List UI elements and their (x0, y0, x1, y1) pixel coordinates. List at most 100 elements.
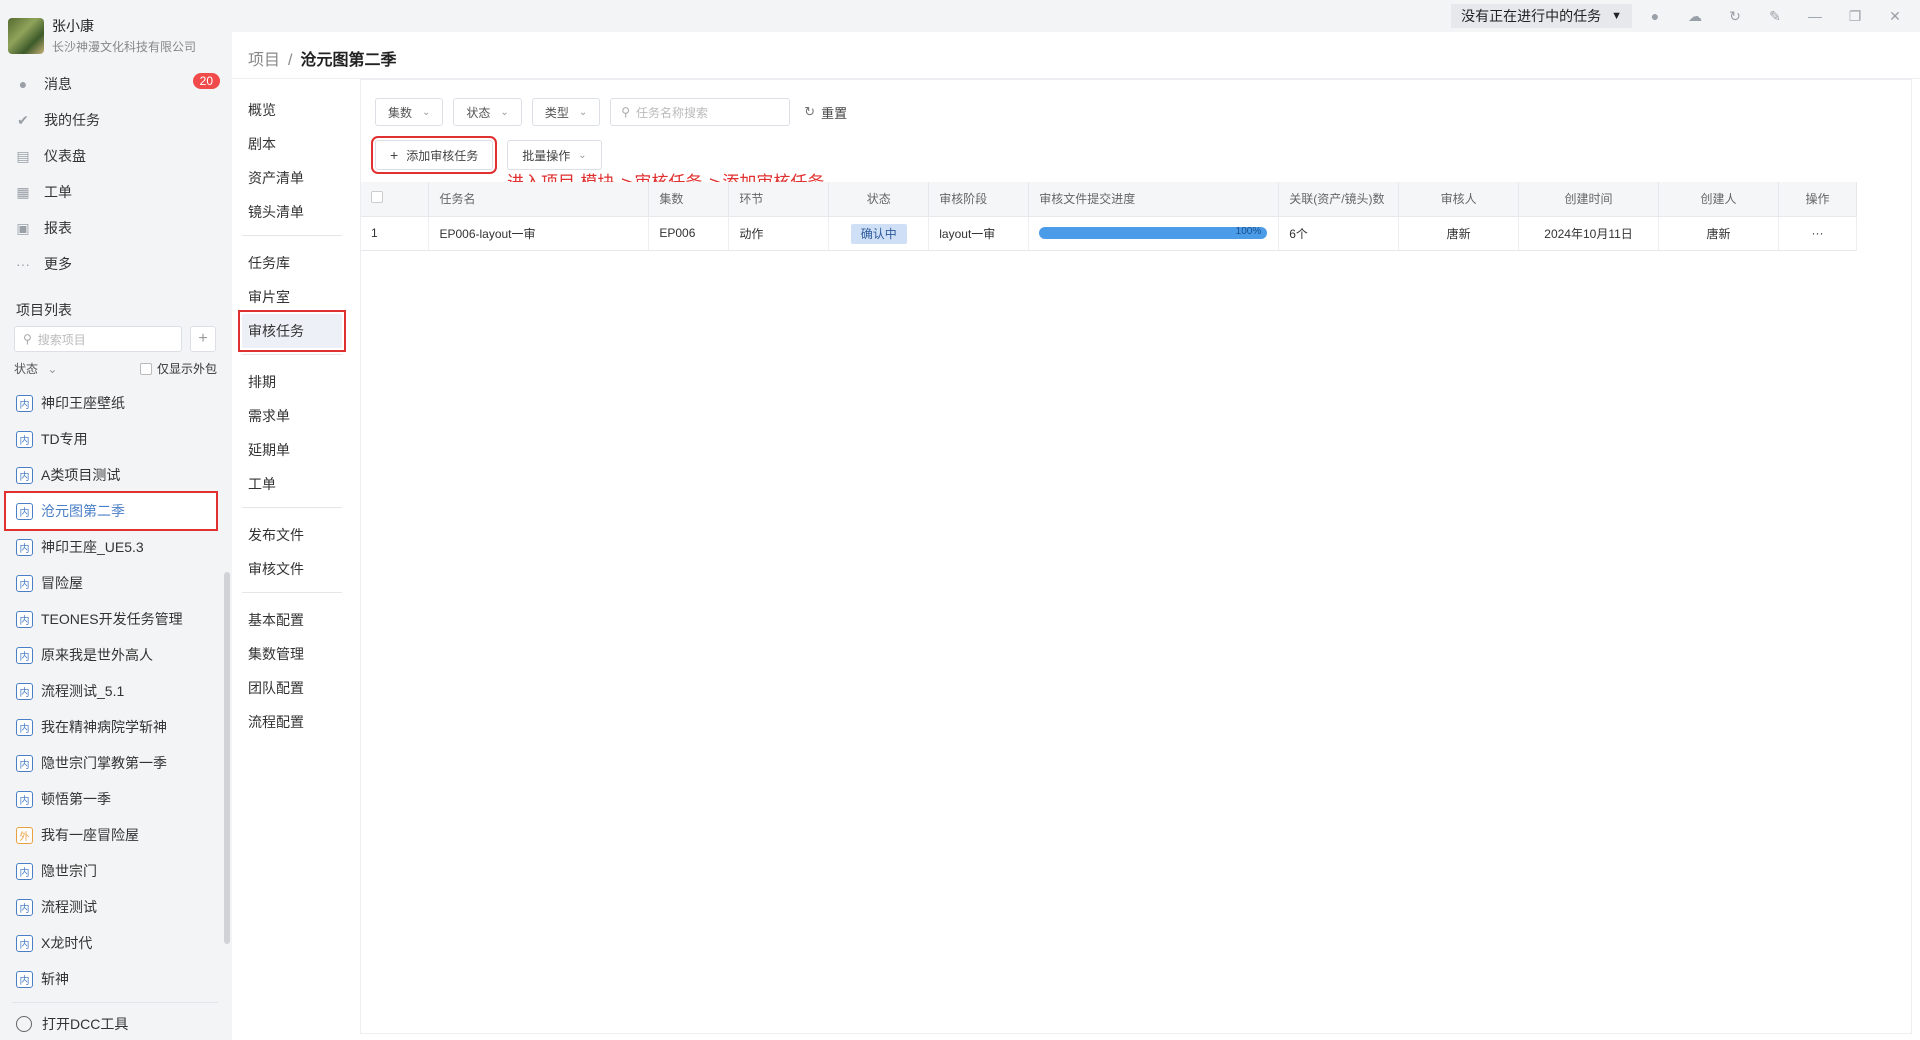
module-group: 任务库 审片室 审核任务 (238, 246, 346, 355)
module-workflow-config[interactable]: 流程配置 (242, 705, 342, 739)
project-item[interactable]: 内隐世宗门掌教第一季 (6, 745, 216, 781)
module-delays[interactable]: 延期单 (242, 433, 342, 467)
window-titlebar: 没有正在进行中的任务 ▼ ● ☁ ↻ ✎ — ❐ ✕ (232, 0, 1920, 32)
column-header[interactable]: 审核文件提交进度 (1028, 182, 1280, 217)
module-requirements[interactable]: 需求单 (242, 399, 342, 433)
project-item[interactable]: 内神印王座壁纸 (6, 385, 216, 421)
column-header[interactable]: 创建时间 (1518, 182, 1660, 217)
project-item-active[interactable]: 内沧元图第二季 (4, 491, 218, 531)
reset-button[interactable]: ↻ 重置 (804, 103, 847, 122)
project-item[interactable]: 内冒险屋 (6, 565, 216, 601)
nav-item-messages[interactable]: ● 消息 20 (14, 66, 220, 102)
project-item[interactable]: 外我有一座冒险屋 (6, 817, 216, 853)
nav-item-dashboard[interactable]: ▤ 仪表盘 (14, 138, 220, 174)
module-team-config[interactable]: 团队配置 (242, 671, 342, 705)
module-review-room[interactable]: 审片室 (242, 280, 342, 314)
internal-tag-icon: 内 (16, 934, 33, 952)
outsource-checkbox[interactable] (140, 362, 152, 375)
project-search-input[interactable]: ⚲ 搜索项目 (14, 326, 182, 352)
task-search-input[interactable]: ⚲ 任务名称搜索 (610, 98, 791, 126)
status-filter-label: 状态 (466, 105, 491, 120)
project-item[interactable]: 内斩神 (6, 961, 216, 997)
add-review-task-button[interactable]: + 添加审核任务 (370, 136, 498, 174)
created-time-cell: 2024年10月11日 (1518, 216, 1660, 251)
internal-tag-icon: 内 (16, 718, 33, 736)
column-header[interactable]: 创建人 (1658, 182, 1779, 217)
module-task-library[interactable]: 任务库 (242, 246, 342, 280)
column-header[interactable]: 环节 (728, 182, 830, 217)
module-review-files[interactable]: 审核文件 (242, 552, 342, 586)
pin-icon[interactable]: ✎ (1766, 8, 1784, 25)
project-item[interactable]: 内神印王座_UE5.3 (6, 529, 216, 565)
select-all-header[interactable] (361, 182, 430, 217)
status-filter-dropdown[interactable]: 状态 ⌄ (453, 98, 522, 126)
close-icon[interactable]: ✕ (1886, 8, 1904, 25)
nav-item-tickets[interactable]: ▦ 工单 (14, 174, 220, 210)
project-item[interactable]: 内 TEONES开发任务管理 (6, 601, 216, 637)
restore-icon[interactable]: ❐ (1846, 8, 1864, 25)
breadcrumb-root[interactable]: 项目 (248, 52, 280, 69)
report-icon: ▣ (16, 219, 30, 236)
user-profile[interactable]: 张小康 长沙神漫文化科技有限公司 (8, 16, 196, 55)
progress-bar: 100% (1039, 226, 1268, 239)
column-header[interactable]: 审核阶段 (928, 182, 1030, 217)
module-review-tasks[interactable]: 审核任务 (238, 310, 346, 352)
internal-tag-icon: 内 (16, 610, 33, 628)
project-name: 流程测试_5.1 (41, 683, 125, 699)
add-review-task-label: 添加审核任务 (406, 148, 479, 163)
nav-item-more[interactable]: ··· 更多 (14, 246, 220, 282)
module-episode-management[interactable]: 集数管理 (242, 637, 342, 671)
project-item[interactable]: 内 TD专用 (6, 421, 216, 457)
module-basic-config[interactable]: 基本配置 (242, 603, 342, 637)
module-asset-list[interactable]: 资产清单 (242, 161, 342, 195)
project-item[interactable]: 内 X龙时代 (6, 925, 216, 961)
column-header[interactable]: 审核人 (1398, 182, 1520, 217)
internal-tag-icon: 内 (16, 394, 33, 412)
module-tickets[interactable]: 工单 (242, 467, 342, 501)
project-item[interactable]: 内隐世宗门 (6, 853, 216, 889)
type-filter-dropdown[interactable]: 类型 ⌄ (531, 98, 601, 126)
search-icon: ⚲ (23, 332, 32, 346)
open-dcc-tools-button[interactable]: 打开DCC工具 (16, 1014, 128, 1034)
project-item[interactable]: 内流程测试 (6, 889, 216, 925)
project-item[interactable]: 内流程测试_5.1 (6, 673, 216, 709)
column-header[interactable]: 关联(资产/镜头)数 (1278, 182, 1400, 217)
module-script[interactable]: 剧本 (242, 127, 342, 161)
module-publish-files[interactable]: 发布文件 (242, 518, 342, 552)
column-header[interactable]: 状态 (828, 182, 930, 217)
nav-item-label: 我的任务 (44, 112, 100, 128)
column-header[interactable]: 任务名 (428, 182, 650, 217)
dashboard-icon: ▤ (16, 147, 30, 164)
select-all-checkbox[interactable] (371, 191, 383, 204)
refresh-icon[interactable]: ↻ (1726, 8, 1744, 25)
add-project-button[interactable]: + (190, 326, 216, 352)
column-header[interactable]: 集数 (648, 182, 730, 217)
module-shot-list[interactable]: 镜头清单 (242, 195, 342, 229)
info-icon[interactable]: ● (1646, 8, 1664, 25)
related-count-cell: 6个 (1278, 216, 1400, 251)
action-toolbar: + 添加审核任务 批量操作 ⌄ (370, 136, 602, 174)
nav-item-my-tasks[interactable]: ✔ 我的任务 (14, 102, 220, 138)
nav-item-label: 报表 (44, 220, 72, 236)
episode-filter-dropdown[interactable]: 集数 ⌄ (375, 98, 444, 126)
avatar[interactable] (8, 17, 44, 54)
row-actions-button[interactable]: ··· (1778, 216, 1858, 251)
project-status-filter[interactable]: 状态 ⌄ (14, 360, 57, 377)
running-task-dropdown[interactable]: 没有正在进行中的任务 ▼ (1451, 4, 1632, 28)
minimize-icon[interactable]: — (1806, 8, 1824, 25)
project-list-scrollbar[interactable] (224, 572, 230, 944)
module-schedule[interactable]: 排期 (242, 365, 342, 399)
project-item[interactable]: 内 A类项目测试 (6, 457, 216, 493)
caret-down-icon: ▼ (1611, 10, 1622, 22)
cloud-icon[interactable]: ☁ (1686, 8, 1704, 25)
task-name-cell[interactable]: EP006-layout一审 (428, 216, 650, 251)
project-list-title: 项目列表 (16, 302, 72, 318)
project-item[interactable]: 内顿悟第一季 (6, 781, 216, 817)
outsource-only-toggle[interactable]: 仅显示外包 (140, 360, 217, 377)
project-item[interactable]: 内原来我是世外高人 (6, 637, 216, 673)
project-item[interactable]: 内我在精神病院学斩神 (6, 709, 216, 745)
nav-item-reports[interactable]: ▣ 报表 (14, 210, 220, 246)
module-overview[interactable]: 概览 (242, 93, 342, 127)
table-row[interactable]: 1 EP006-layout一审 EP006 动作 确认中 layout一审 1… (361, 216, 1858, 251)
batch-operation-dropdown[interactable]: 批量操作 ⌄ (507, 140, 602, 170)
